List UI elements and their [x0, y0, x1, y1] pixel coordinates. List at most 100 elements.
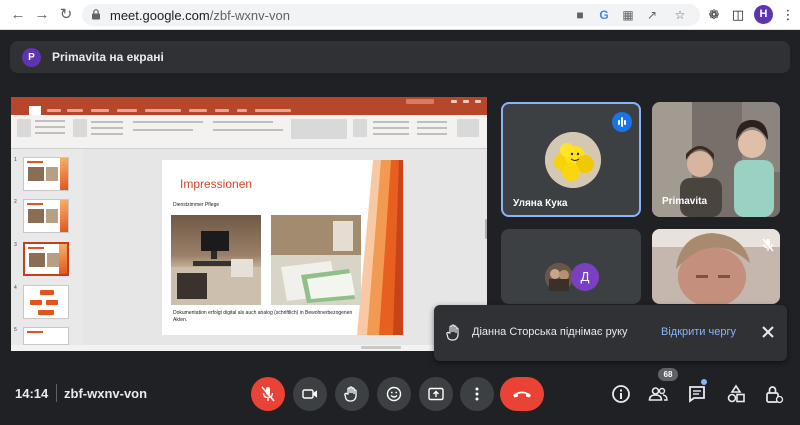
activities-icon[interactable]	[726, 384, 746, 404]
ppt-tab	[237, 109, 247, 112]
slide-title: Impressionen	[180, 177, 253, 191]
thumb-number: 1	[14, 157, 17, 163]
ppt-tab	[255, 109, 291, 112]
hand-icon	[446, 324, 459, 341]
participant-tile-uliana[interactable]: Уляна Кука	[501, 102, 641, 217]
ppt-tab	[47, 109, 61, 112]
emoji-icon	[386, 386, 402, 402]
slide-thumbnail[interactable]	[23, 199, 69, 233]
ppt-tab	[189, 109, 207, 112]
sidepanel-icon[interactable]: ◫	[728, 5, 748, 25]
more-options-button[interactable]	[460, 377, 494, 411]
share-icon[interactable]: ↗	[644, 7, 660, 23]
slide-thumbnail[interactable]	[23, 327, 69, 345]
participant-video	[652, 229, 780, 304]
microphone-off-icon	[261, 386, 275, 402]
address-bar[interactable]: meet.google.com/zbf-wxnv-von ■ G ▦ ↗ ☆	[82, 4, 700, 26]
video-camera-icon	[302, 389, 317, 399]
close-icon[interactable]	[759, 323, 777, 341]
ppt-newslide-icon	[73, 119, 87, 137]
thumb-number: 4	[14, 285, 17, 291]
translate-icon[interactable]: ▦	[620, 7, 636, 23]
host-controls-lock-icon[interactable]	[764, 384, 784, 404]
raise-hand-button[interactable]	[335, 377, 369, 411]
presenting-text: Primavita на екрані	[52, 50, 164, 64]
slide-thumbnail[interactable]	[23, 157, 69, 191]
slide-thumbnail[interactable]	[23, 285, 69, 319]
ppt-zoom-slider[interactable]	[361, 346, 401, 349]
divider	[56, 384, 57, 402]
chat-icon[interactable]	[687, 384, 707, 404]
ppt-maximize-icon	[463, 100, 469, 103]
menu-icon[interactable]: ⋮	[778, 5, 798, 25]
ppt-minimize-icon	[451, 100, 457, 103]
ppt-close-icon	[475, 100, 481, 103]
ppt-tab	[67, 109, 83, 112]
hang-up-icon	[513, 391, 531, 398]
browser-toolbar: ← → ↻ meet.google.com/zbf-wxnv-von ■ G ▦…	[0, 0, 800, 30]
camera-icon[interactable]: ■	[572, 7, 588, 23]
microphone-toggle-button[interactable]	[251, 377, 285, 411]
slide-thumbnail-selected[interactable]	[23, 242, 69, 276]
participant-tile-primavita[interactable]: Primavita	[652, 102, 780, 217]
present-icon	[428, 387, 444, 401]
hand-icon	[344, 386, 357, 402]
end-call-button[interactable]	[500, 377, 544, 411]
star-icon[interactable]: ☆	[672, 7, 688, 23]
ppt-signin-block	[406, 99, 434, 104]
ppt-tab	[145, 109, 181, 112]
participant-tile-group[interactable]: Д	[501, 229, 641, 304]
participant-tile-camera[interactable]	[652, 229, 780, 304]
slide-subtitle: Dienstzimmer Pflege	[173, 202, 220, 208]
ppt-ribbon	[11, 115, 487, 149]
reactions-button[interactable]	[377, 377, 411, 411]
ppt-tab	[91, 109, 109, 112]
present-screen-button[interactable]	[419, 377, 453, 411]
ppt-paste-icon	[17, 119, 31, 137]
url-text[interactable]: meet.google.com/zbf-wxnv-von	[110, 8, 290, 23]
ppt-scrollbar[interactable]	[485, 219, 487, 239]
back-icon[interactable]: ←	[8, 5, 28, 25]
thumb-number: 2	[14, 199, 17, 205]
ppt-designer-icon	[457, 119, 479, 137]
google-icon[interactable]: G	[596, 7, 612, 23]
participant-avatar	[545, 263, 573, 291]
slide-caption: Dokumentation erfolgt digital als auch a…	[173, 310, 353, 323]
profile-avatar[interactable]: H	[754, 5, 773, 24]
slide-photo-documents	[271, 215, 361, 305]
url-host: meet.google.com	[110, 8, 210, 23]
participant-avatar	[545, 132, 601, 188]
lock-icon[interactable]	[91, 9, 101, 20]
meeting-code: zbf-wxnv-von	[64, 386, 148, 401]
ppt-status-bar	[11, 345, 487, 351]
raised-hand-notification: Діанна Сторська піднімає руку Відкрити ч…	[434, 305, 787, 361]
meeting-time: 14:14	[15, 386, 49, 401]
url-path: /zbf-wxnv-von	[209, 8, 290, 23]
presenting-banner: P Primavita на екрані	[10, 41, 790, 73]
ppt-tabs	[11, 106, 487, 115]
ppt-title-bar	[11, 97, 487, 106]
ppt-tab-active	[29, 106, 41, 115]
speaking-indicator-icon	[612, 112, 632, 132]
presenter-avatar: P	[22, 48, 41, 67]
ppt-shapes-gallery	[291, 119, 347, 139]
people-count-badge: 68	[658, 368, 678, 381]
more-vert-icon	[475, 387, 479, 401]
open-queue-button[interactable]: Відкрити чергу	[661, 326, 736, 338]
camera-toggle-button[interactable]	[293, 377, 327, 411]
reload-icon[interactable]: ↻	[56, 5, 76, 25]
ppt-slide-thumbnails: 1 2 3 4 5	[11, 149, 83, 345]
notification-text: Діанна Сторська піднімає руку	[472, 326, 628, 338]
participant-avatar-initial: Д	[571, 263, 599, 291]
forward-icon[interactable]: →	[32, 5, 52, 25]
info-icon[interactable]	[611, 384, 631, 404]
participant-name: Primavita	[662, 196, 708, 207]
slide: Impressionen Dienstzimmer Pflege Dokumen…	[162, 160, 403, 335]
ppt-arrange-icon	[353, 119, 367, 137]
extensions-icon[interactable]: ❁	[704, 5, 724, 25]
ppt-tab	[117, 109, 137, 112]
ppt-tab	[215, 109, 229, 112]
people-icon[interactable]	[648, 384, 668, 404]
microphone-muted-icon	[762, 238, 774, 252]
thumb-number: 5	[14, 327, 17, 333]
